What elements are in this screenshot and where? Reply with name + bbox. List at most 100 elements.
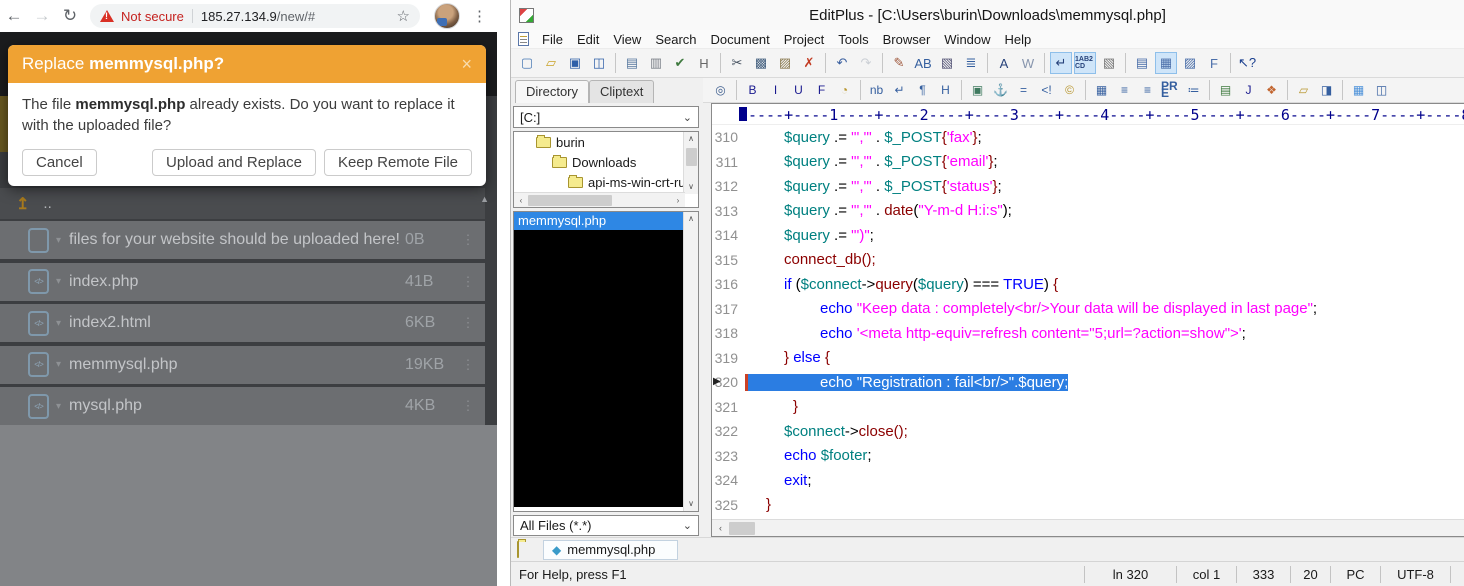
objects-3d-icon[interactable]: ❖ [1261, 80, 1282, 101]
file-row-index2.html[interactable]: </>▾index2.html6KB⋮ [0, 304, 485, 342]
code-lines[interactable]: 310$query .= "','" . $_POST{'fax'};311$q… [712, 125, 1464, 519]
scrollbar-thumb[interactable] [528, 195, 612, 206]
object-icon[interactable]: ◔ [834, 80, 855, 101]
scroll-left-icon[interactable]: ‹ [514, 196, 528, 205]
file-actions-icon[interactable]: ⋮ [451, 398, 485, 414]
code-line-311[interactable]: 311$query .= "','" . $_POST{'email'}; [712, 150, 1464, 175]
scrollbar-thumb[interactable] [729, 522, 755, 535]
file-row-files[interactable]: ▾ files for your website should be upload… [0, 221, 485, 259]
indent-icon[interactable]: ≣ [960, 52, 982, 74]
copy-icon[interactable]: ▩ [750, 52, 772, 74]
file-row-index.php[interactable]: </>▾index.php41B⋮ [0, 263, 485, 301]
code-editor[interactable]: ----+----1----+----2----+----3----+----4… [711, 103, 1464, 537]
anchor-icon[interactable]: ⚓ [990, 80, 1011, 101]
reload-icon[interactable]: ↻ [56, 6, 84, 26]
code-line-322[interactable]: 322$connect->close(); [712, 419, 1464, 444]
code-line-323[interactable]: 323echo $footer; [712, 444, 1464, 469]
tree-horizontal-scrollbar[interactable]: ‹ › [514, 192, 685, 207]
copyright-icon[interactable]: © [1059, 80, 1080, 101]
not-secure-label[interactable]: Not secure [121, 9, 184, 24]
toggle-output-icon[interactable]: ▨ [1179, 52, 1201, 74]
delete-icon[interactable]: ✗ [798, 52, 820, 74]
file-actions-icon[interactable]: ⋮ [451, 274, 485, 290]
font-icon[interactable]: A [993, 52, 1015, 74]
code-line-319[interactable]: 319} else { [712, 346, 1464, 371]
script-icon[interactable]: ▤ [1215, 80, 1236, 101]
new-document-icon[interactable]: ▢ [516, 52, 538, 74]
code-line-318[interactable]: 318echo '<meta http-equiv=refresh conten… [712, 321, 1464, 346]
watermark-icon[interactable]: W [1017, 52, 1039, 74]
toggle-functions-icon[interactable]: F [1203, 52, 1225, 74]
tree-node-api-ms-win-crt-runtim[interactable]: api-ms-win-crt-runtim [514, 172, 698, 192]
back-icon[interactable]: ← [0, 6, 28, 26]
upload-and-replace-button[interactable]: Upload and Replace [152, 149, 316, 176]
font-tag-icon[interactable]: F [811, 80, 832, 101]
file-chevron-icon[interactable]: ▾ [56, 276, 61, 287]
file-chevron-icon[interactable]: ▾ [56, 318, 61, 329]
save-all-icon[interactable]: ◫ [588, 52, 610, 74]
spell-check-icon[interactable]: ✔ [669, 52, 691, 74]
forward-icon[interactable]: → [28, 6, 56, 26]
file-chevron-icon[interactable]: ▾ [56, 359, 61, 370]
code-line-316[interactable]: 316if ($connect->query($query) === TRUE)… [712, 272, 1464, 297]
context-help-icon[interactable]: ↖? [1236, 52, 1258, 74]
scroll-down-icon[interactable]: ∨ [688, 497, 694, 511]
indent-block-icon[interactable]: ◨ [1316, 80, 1337, 101]
menu-document[interactable]: Document [704, 32, 777, 47]
folder-tree[interactable]: burinDownloadsapi-ms-win-crt-runtim ∧ ∨ … [513, 131, 699, 208]
code-line-320[interactable]: ▶320echo "Registration : fail<br/>".$que… [712, 370, 1464, 395]
line-break-icon[interactable]: ↵ [889, 80, 910, 101]
file-row-mysql.php[interactable]: </>▾mysql.php4KB⋮ [0, 387, 485, 425]
scrollbar-thumb[interactable] [686, 148, 697, 166]
comment-icon[interactable]: <! [1036, 80, 1057, 101]
code-line-324[interactable]: 324exit; [712, 468, 1464, 493]
file-actions-icon[interactable]: ⋮ [451, 357, 485, 373]
code-line-325[interactable]: 325} [712, 493, 1464, 518]
save-icon[interactable]: ▣ [564, 52, 586, 74]
tab-cliptext[interactable]: Cliptext [589, 80, 654, 103]
editor-horizontal-scrollbar[interactable]: ‹ [712, 519, 1464, 536]
line-numbers-icon[interactable]: 1AB2CD [1074, 52, 1096, 74]
folder-view-icon[interactable]: ▱ [1293, 80, 1314, 101]
align-right-icon[interactable]: ≡ [1137, 80, 1158, 101]
code-line-317[interactable]: 317echo "Keep data : completely<br/>Your… [712, 297, 1464, 322]
scroll-up-icon[interactable]: ∧ [688, 212, 694, 226]
html-document-icon[interactable]: H [693, 52, 715, 74]
heading-icon[interactable]: H [935, 80, 956, 101]
bold-icon[interactable]: B [742, 80, 763, 101]
bookmark-star-icon[interactable]: ☆ [397, 7, 410, 25]
menu-edit[interactable]: Edit [570, 32, 606, 47]
panel-splitter[interactable] [703, 103, 711, 537]
replace-icon[interactable]: AB [912, 52, 934, 74]
selected-file-item[interactable]: memmysql.php [514, 212, 683, 230]
code-line-312[interactable]: 312$query .= "','" . $_POST{'status'}; [712, 174, 1464, 199]
menu-browser[interactable]: Browser [876, 32, 938, 47]
menu-file[interactable]: File [535, 32, 570, 47]
word-wrap-icon[interactable]: ↵ [1050, 52, 1072, 74]
file-filter-select[interactable]: All Files (*.*) ⌄ [513, 515, 699, 536]
underline-icon[interactable]: U [788, 80, 809, 101]
page-scrollbar-up-icon[interactable]: ▲ [480, 194, 489, 204]
horizontal-rule-icon[interactable]: = [1013, 80, 1034, 101]
file-chevron-icon[interactable]: ▾ [56, 235, 61, 246]
open-file-icon[interactable]: ▱ [540, 52, 562, 74]
address-bar[interactable]: Not secure 185.27.134.9/new/# ☆ [90, 4, 420, 28]
tree-node-burin[interactable]: burin [514, 132, 698, 152]
redo-icon[interactable]: ↷ [855, 52, 877, 74]
align-center-icon[interactable]: ≡ [1114, 80, 1135, 101]
keep-remote-file-button[interactable]: Keep Remote File [324, 149, 472, 176]
document-tab-memmysql[interactable]: ◆ memmysql.php [543, 540, 678, 560]
tree-node-downloads[interactable]: Downloads [514, 152, 698, 172]
paste-icon[interactable]: ▨ [774, 52, 796, 74]
scroll-left-icon[interactable]: ‹ [712, 523, 729, 533]
url-text[interactable]: 185.27.134.9/new/# [201, 9, 315, 24]
java-icon[interactable]: J [1238, 80, 1259, 101]
frame-icon[interactable]: ◫ [1371, 80, 1392, 101]
list-icon[interactable]: ≔ [1183, 80, 1204, 101]
paragraph-icon[interactable]: ¶ [912, 80, 933, 101]
file-name[interactable]: mysql.php [69, 397, 142, 415]
browser-preview-icon[interactable]: ◎ [710, 80, 731, 101]
cut-icon[interactable]: ✂ [726, 52, 748, 74]
file-name[interactable]: files for your website should be uploade… [69, 231, 400, 249]
nonbreaking-space-icon[interactable]: nb [866, 80, 887, 101]
